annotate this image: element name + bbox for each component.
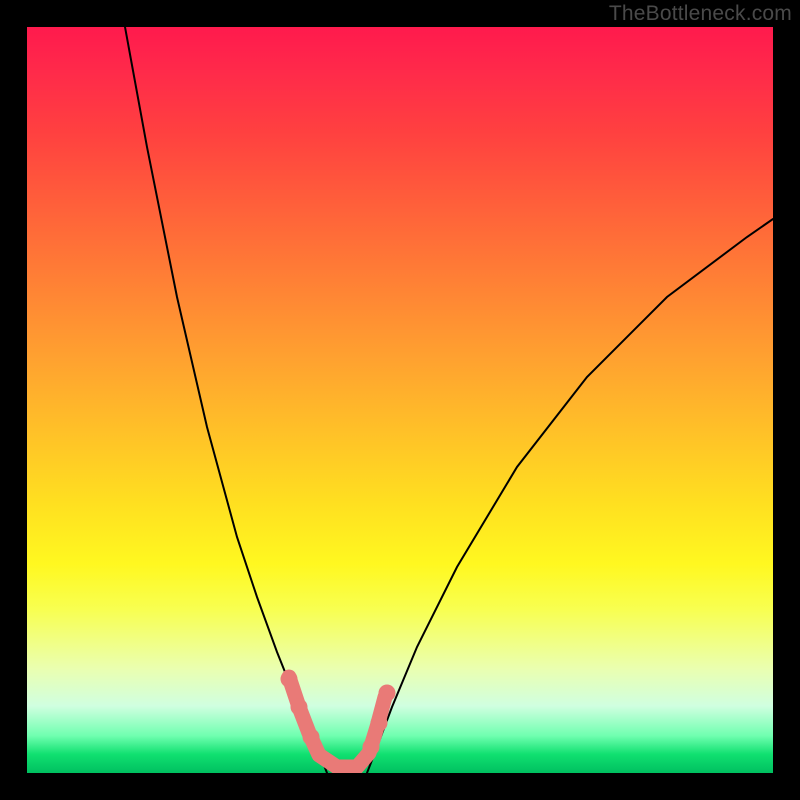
right-dot-3 — [379, 685, 396, 702]
left-dot-3 — [303, 729, 320, 746]
right-dot-1 — [363, 739, 380, 756]
watermark-text: TheBottleneck.com — [609, 2, 792, 26]
plot-frame — [27, 27, 773, 773]
left-dot-1 — [281, 671, 298, 688]
right-curve — [367, 219, 773, 773]
chart-svg — [27, 27, 773, 773]
right-dot-2 — [371, 715, 388, 732]
left-curve — [125, 27, 327, 773]
left-dot-2 — [291, 699, 308, 716]
